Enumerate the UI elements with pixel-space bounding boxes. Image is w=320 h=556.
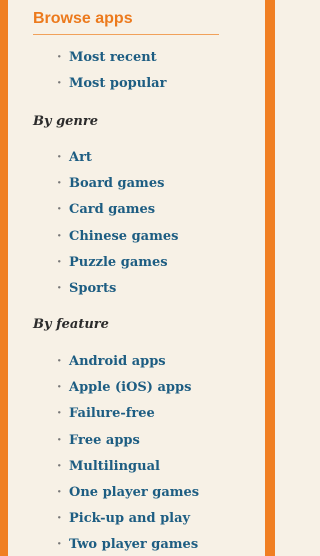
bullet-icon: · bbox=[57, 406, 62, 422]
bullet-icon: · bbox=[57, 280, 62, 296]
link-chinese-games[interactable]: Chinese games bbox=[69, 228, 178, 246]
browse-apps-heading: Browse apps bbox=[33, 8, 219, 35]
link-free-apps[interactable]: Free apps bbox=[69, 432, 140, 450]
browse-apps-panel: Browse apps · Most recent · Most popular… bbox=[0, 0, 275, 556]
bullet-icon: · bbox=[57, 458, 62, 474]
bullet-icon: · bbox=[57, 354, 62, 369]
bullet-icon: · bbox=[57, 254, 62, 270]
bullet-icon: · bbox=[57, 484, 62, 500]
link-pick-up-and-play[interactable]: Pick-up and play bbox=[69, 510, 190, 528]
bullet-icon: · bbox=[57, 511, 62, 527]
link-board-games[interactable]: Board games bbox=[69, 175, 164, 193]
bullet-icon: · bbox=[57, 537, 62, 553]
link-two-player-games[interactable]: Two player games bbox=[69, 536, 198, 554]
link-failure-free[interactable]: Failure-free bbox=[69, 405, 155, 423]
bullet-icon: · bbox=[57, 380, 62, 396]
link-android-apps[interactable]: Android apps bbox=[69, 353, 166, 371]
link-puzzle-games[interactable]: Puzzle games bbox=[69, 254, 168, 272]
link-one-player-games[interactable]: One player games bbox=[69, 484, 199, 502]
link-multilingual[interactable]: Multilingual bbox=[69, 458, 160, 476]
by-feature-label: By feature bbox=[33, 317, 109, 332]
bullet-icon: · bbox=[57, 176, 62, 192]
bullet-icon: · bbox=[57, 150, 62, 165]
by-genre-label: By genre bbox=[33, 114, 98, 129]
bullet-icon: · bbox=[57, 50, 62, 65]
bullet-icon: · bbox=[57, 432, 62, 448]
link-art[interactable]: Art bbox=[69, 149, 92, 167]
link-apple-ios-apps[interactable]: Apple (iOS) apps bbox=[69, 379, 191, 397]
link-card-games[interactable]: Card games bbox=[69, 201, 155, 219]
link-sports[interactable]: Sports bbox=[69, 280, 116, 298]
bullet-icon: · bbox=[57, 228, 62, 244]
bullet-icon: · bbox=[57, 202, 62, 218]
link-most-recent[interactable]: Most recent bbox=[69, 49, 157, 67]
bullet-icon: · bbox=[57, 76, 62, 92]
link-most-popular[interactable]: Most popular bbox=[69, 75, 166, 93]
